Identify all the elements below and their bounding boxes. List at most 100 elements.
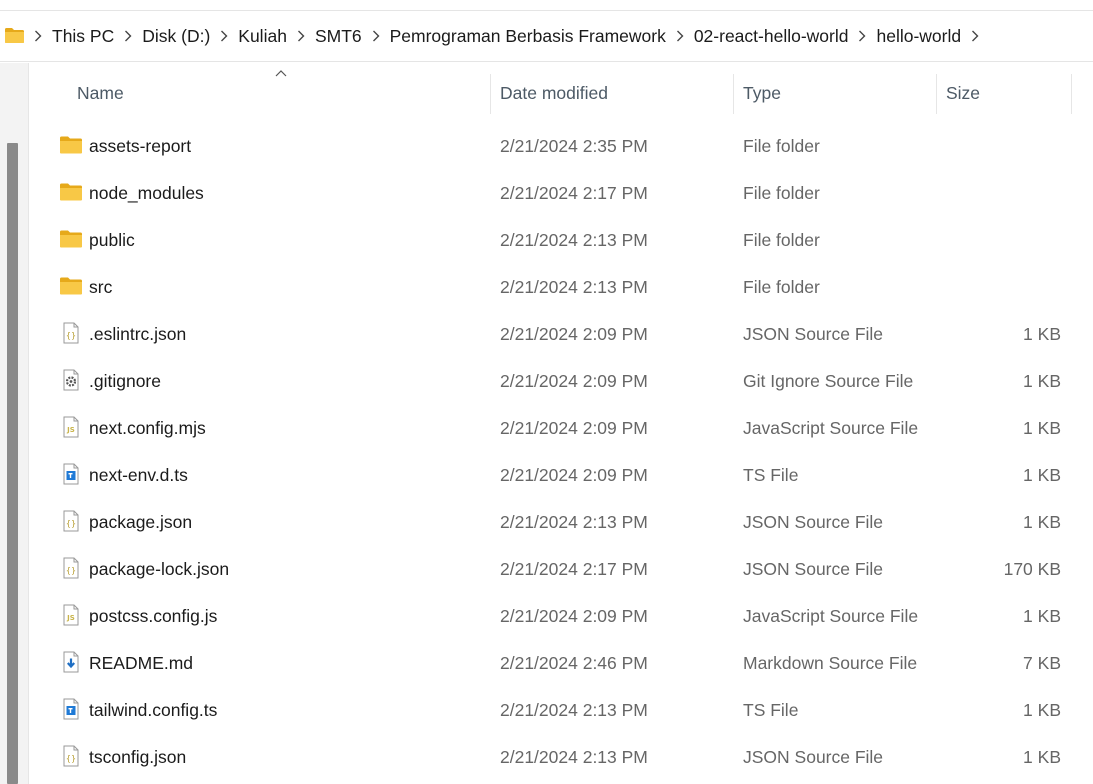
svg-text:JS: JS xyxy=(66,614,75,622)
file-size: 1 KB xyxy=(1023,465,1061,485)
column-divider[interactable] xyxy=(490,74,491,114)
list-item[interactable]: {} package.json 2/21/2024 2:13 PM JSON S… xyxy=(29,499,1093,546)
file-size: 7 KB xyxy=(1023,653,1061,673)
file-name: node_modules xyxy=(89,183,204,203)
list-item[interactable]: tailwind.config.ts 2/21/2024 2:13 PM TS … xyxy=(29,687,1093,734)
list-item[interactable]: {} .eslintrc.json 2/21/2024 2:09 PM JSON… xyxy=(29,311,1093,358)
file-date-modified: 2/21/2024 2:17 PM xyxy=(500,183,648,203)
file-type: File folder xyxy=(743,183,820,203)
json-file-icon: {} xyxy=(63,322,79,344)
file-type: Git Ignore Source File xyxy=(743,371,914,391)
file-name: package.json xyxy=(89,512,193,532)
file-name: tailwind.config.ts xyxy=(89,700,218,720)
folder-icon xyxy=(60,136,82,154)
file-date-modified: 2/21/2024 2:13 PM xyxy=(500,277,648,297)
svg-text:{}: {} xyxy=(66,519,76,528)
file-date-modified: 2/21/2024 2:09 PM xyxy=(500,324,648,344)
file-type: JSON Source File xyxy=(743,747,884,767)
list-item[interactable]: src 2/21/2024 2:13 PM File folder xyxy=(29,264,1093,311)
file-name: next.config.mjs xyxy=(89,418,206,438)
list-item[interactable]: node_modules 2/21/2024 2:17 PM File fold… xyxy=(29,170,1093,217)
file-name: src xyxy=(89,277,113,297)
file-list: assets-report 2/21/2024 2:35 PM File fol… xyxy=(29,123,1093,781)
column-divider[interactable] xyxy=(733,74,734,114)
file-name: assets-report xyxy=(89,136,192,156)
file-type: JSON Source File xyxy=(743,324,884,344)
json-file-icon: {} xyxy=(63,510,79,532)
list-item[interactable]: assets-report 2/21/2024 2:35 PM File fol… xyxy=(29,123,1093,170)
file-type: JavaScript Source File xyxy=(743,418,919,438)
folder-icon xyxy=(60,277,82,295)
gear-file-icon xyxy=(63,369,79,391)
file-type: File folder xyxy=(743,277,820,297)
list-item[interactable]: README.md 2/21/2024 2:46 PM Markdown Sou… xyxy=(29,640,1093,687)
chevron-right-icon[interactable] xyxy=(212,30,236,42)
file-type: File folder xyxy=(743,230,820,250)
chevron-right-icon[interactable] xyxy=(289,30,313,42)
file-date-modified: 2/21/2024 2:09 PM xyxy=(500,606,648,626)
file-size: 1 KB xyxy=(1023,700,1061,720)
js-file-icon: JS xyxy=(63,604,79,626)
file-date-modified: 2/21/2024 2:35 PM xyxy=(500,136,648,156)
column-divider[interactable] xyxy=(936,74,937,114)
folder-icon xyxy=(60,230,82,248)
column-header-name[interactable]: Name xyxy=(77,70,124,116)
ts-file-icon xyxy=(63,463,79,485)
file-size: 1 KB xyxy=(1023,371,1061,391)
file-name: next-env.d.ts xyxy=(89,465,188,485)
vertical-scrollbar[interactable] xyxy=(7,143,18,784)
file-size: 1 KB xyxy=(1023,512,1061,532)
file-date-modified: 2/21/2024 2:09 PM xyxy=(500,418,648,438)
list-item[interactable]: JS postcss.config.js 2/21/2024 2:09 PM J… xyxy=(29,593,1093,640)
chevron-right-icon[interactable] xyxy=(963,30,987,42)
list-item[interactable]: .gitignore 2/21/2024 2:09 PM Git Ignore … xyxy=(29,358,1093,405)
file-size: 1 KB xyxy=(1023,747,1061,767)
svg-text:{}: {} xyxy=(66,566,76,575)
chevron-right-icon[interactable] xyxy=(850,30,874,42)
file-name: README.md xyxy=(89,653,194,673)
list-item[interactable]: next-env.d.ts 2/21/2024 2:09 PM TS File … xyxy=(29,452,1093,499)
file-date-modified: 2/21/2024 2:09 PM xyxy=(500,465,648,485)
breadcrumb-item-smt6[interactable]: SMT6 xyxy=(313,26,364,47)
markdown-file-icon xyxy=(63,651,79,673)
breadcrumb-item-kuliah[interactable]: Kuliah xyxy=(236,26,289,47)
list-item[interactable]: public 2/21/2024 2:13 PM File folder xyxy=(29,217,1093,264)
breadcrumb-item-02-react[interactable]: 02-react-hello-world xyxy=(692,26,851,47)
column-header-type[interactable]: Type xyxy=(743,70,781,116)
file-name: public xyxy=(89,230,135,250)
list-item[interactable]: {} package-lock.json 2/21/2024 2:17 PM J… xyxy=(29,546,1093,593)
column-header-size[interactable]: Size xyxy=(946,70,980,116)
column-header-row: Name Date modified Type Size xyxy=(29,70,1093,116)
file-name: tsconfig.json xyxy=(89,747,187,767)
breadcrumb-item-pemrograman[interactable]: Pemrograman Berbasis Framework xyxy=(388,26,668,47)
svg-text:JS: JS xyxy=(66,426,75,434)
file-type: File folder xyxy=(743,136,820,156)
chevron-right-icon[interactable] xyxy=(668,30,692,42)
file-type: Markdown Source File xyxy=(743,653,918,673)
column-divider[interactable] xyxy=(1071,74,1072,114)
list-item[interactable]: JS next.config.mjs 2/21/2024 2:09 PM Jav… xyxy=(29,405,1093,452)
ts-file-icon xyxy=(63,698,79,720)
breadcrumb: This PC Disk (D:) Kuliah SMT6 Pemrograma… xyxy=(26,11,987,61)
svg-text:{}: {} xyxy=(66,754,76,763)
file-size: 1 KB xyxy=(1023,324,1061,344)
file-size: 1 KB xyxy=(1023,606,1061,626)
file-date-modified: 2/21/2024 2:13 PM xyxy=(500,747,648,767)
breadcrumb-item-hello-world[interactable]: hello-world xyxy=(874,26,963,47)
list-item[interactable]: {} tsconfig.json 2/21/2024 2:13 PM JSON … xyxy=(29,734,1093,781)
file-type: JavaScript Source File xyxy=(743,606,919,626)
folder-icon xyxy=(5,28,24,43)
breadcrumb-item-disk-d[interactable]: Disk (D:) xyxy=(140,26,212,47)
address-bar[interactable]: This PC Disk (D:) Kuliah SMT6 Pemrograma… xyxy=(0,10,1093,62)
file-date-modified: 2/21/2024 2:13 PM xyxy=(500,512,648,532)
column-header-date-modified[interactable]: Date modified xyxy=(500,70,608,116)
file-type: TS File xyxy=(743,465,799,485)
file-date-modified: 2/21/2024 2:46 PM xyxy=(500,653,648,673)
file-name: .eslintrc.json xyxy=(89,324,187,344)
chevron-right-icon[interactable] xyxy=(26,30,50,42)
chevron-right-icon[interactable] xyxy=(364,30,388,42)
chevron-right-icon[interactable] xyxy=(116,30,140,42)
svg-text:{}: {} xyxy=(66,331,76,340)
js-file-icon: JS xyxy=(63,416,79,438)
breadcrumb-item-this-pc[interactable]: This PC xyxy=(50,26,116,47)
